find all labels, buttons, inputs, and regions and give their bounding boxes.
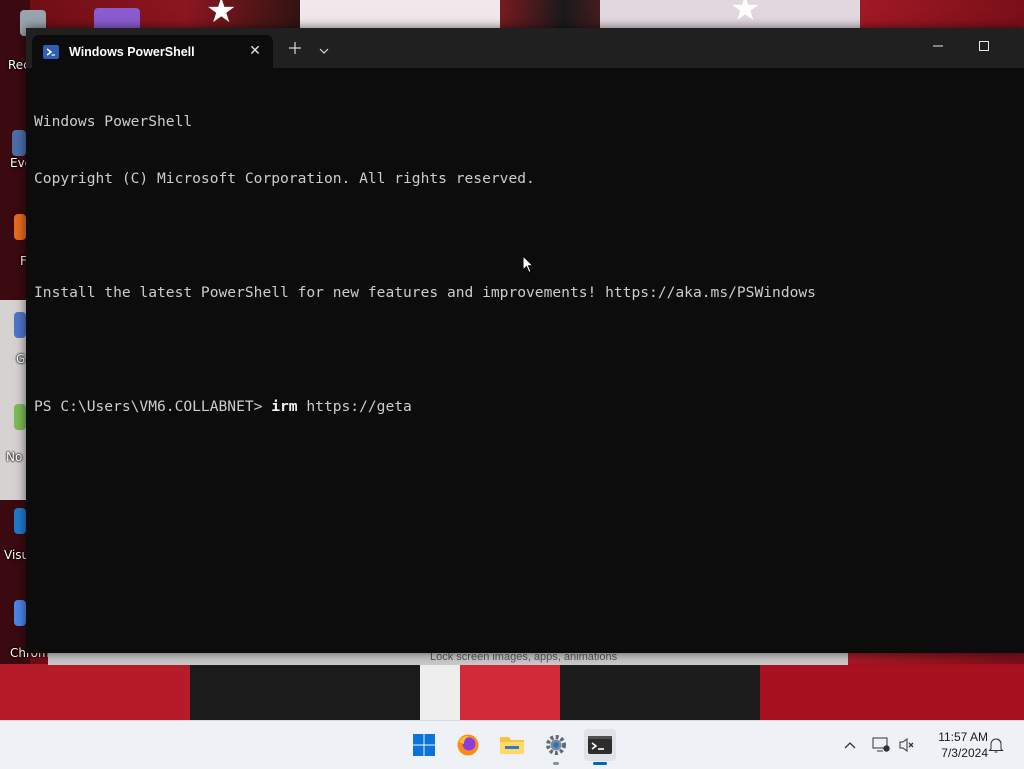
system-clock[interactable]: 11:57 AM 7/3/2024 [922,729,988,761]
close-tab-icon[interactable]: ✕ [247,43,263,59]
windows-icon[interactable] [408,729,440,761]
gear-icon[interactable] [540,729,572,765]
chevron-up-icon[interactable] [840,735,860,755]
firefox-icon[interactable] [452,729,484,761]
running-indicator [553,762,559,765]
tab-windows-powershell[interactable]: Windows PowerShell ✕ [32,35,273,68]
clock-time: 11:57 AM [938,730,988,744]
terminal-icon[interactable] [584,729,616,765]
mouse-cursor-icon [522,255,534,274]
minimize-button[interactable] [915,28,961,64]
firefox-desktop-icon[interactable] [14,214,26,240]
network-icon[interactable] [871,735,891,755]
desktop-icon-label: G [16,352,26,366]
clock-date: 7/3/2024 [941,746,988,760]
chevron-down-icon[interactable] [313,38,335,60]
prompt-text: PS C:\Users\VM6.COLLABNET> [34,398,272,415]
git-desktop-icon[interactable] [14,312,26,338]
prompt-line[interactable]: PS C:\Users\VM6.COLLABNET> irm https://g… [34,397,1024,416]
command-text: irm [271,398,298,415]
command-argument: https://geta [297,398,412,415]
vscode-desktop-icon[interactable] [14,508,26,534]
event-viewer-icon[interactable] [12,130,26,156]
console-output[interactable]: Windows PowerShell Copyright (C) Microso… [34,74,1024,653]
new-tab-button[interactable] [284,38,306,60]
chrome-desktop-icon[interactable] [14,600,26,626]
folder-icon[interactable] [496,729,528,761]
notepad-desktop-icon[interactable] [14,404,26,430]
desktop-icon-label: No [6,450,23,464]
console-line: Install the latest PowerShell for new fe… [34,284,816,301]
console-line: Windows PowerShell [34,113,193,130]
powershell-icon [43,44,59,59]
volume-muted-icon[interactable] [897,735,917,755]
console-line: Copyright (C) Microsoft Corporation. All… [34,170,535,187]
title-bar[interactable]: Windows PowerShell ✕ [26,28,1024,68]
notification-bell-icon[interactable] [986,735,1006,755]
active-app-indicator [593,762,607,765]
terminal-window[interactable]: Windows PowerShell ✕ Windows PowerShell … [26,28,1024,653]
maximize-button[interactable] [961,28,1007,64]
taskbar: 11:57 AM 7/3/2024 [0,720,1024,769]
tab-title: Windows PowerShell [69,44,195,59]
